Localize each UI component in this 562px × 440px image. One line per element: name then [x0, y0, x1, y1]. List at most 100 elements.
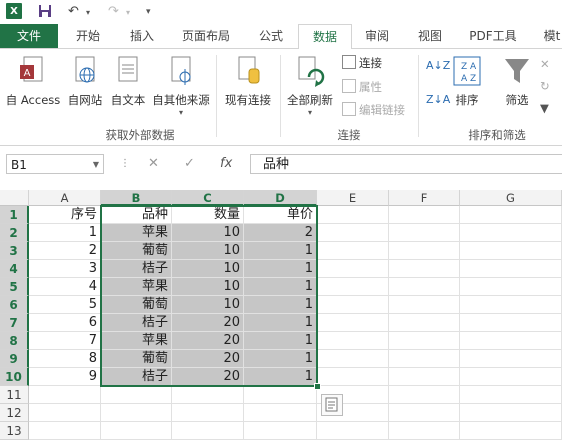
row-header-2[interactable]: 2 [0, 224, 29, 242]
cell-D13[interactable] [244, 422, 317, 440]
from-web-button[interactable]: 自网站 [64, 55, 106, 108]
sort-za-icon[interactable]: Z↓A [426, 93, 450, 106]
cell-B2[interactable]: 苹果 [101, 224, 172, 242]
cell-D6[interactable]: 1 [244, 296, 317, 314]
redo-icon[interactable]: ↷ [108, 4, 119, 19]
cell-A1[interactable]: 序号 [29, 206, 101, 224]
cell-G8[interactable] [460, 332, 562, 350]
cell-D11[interactable] [244, 386, 317, 404]
cell-E1[interactable] [317, 206, 389, 224]
sort-az-icon[interactable]: A↓Z [426, 59, 450, 72]
clear-filter-icon[interactable]: ✕ [540, 57, 550, 71]
cell-A6[interactable]: 5 [29, 296, 101, 314]
cell-E9[interactable] [317, 350, 389, 368]
cell-C9[interactable]: 20 [172, 350, 244, 368]
column-header-F[interactable]: F [389, 190, 460, 206]
cell-A11[interactable] [29, 386, 101, 404]
cell-E5[interactable] [317, 278, 389, 296]
advanced-filter-icon[interactable]: ▼ [540, 101, 549, 115]
cell-G6[interactable] [460, 296, 562, 314]
cell-A8[interactable]: 7 [29, 332, 101, 350]
edit-links-button[interactable]: 编辑链接 [342, 102, 405, 118]
enter-icon[interactable]: ✓ [184, 156, 195, 171]
cell-B8[interactable]: 苹果 [101, 332, 172, 350]
cell-F2[interactable] [389, 224, 460, 242]
tab-home[interactable]: 开始 [62, 24, 114, 48]
cell-G5[interactable] [460, 278, 562, 296]
cell-C4[interactable]: 10 [172, 260, 244, 278]
cell-B3[interactable]: 葡萄 [101, 242, 172, 260]
cell-A13[interactable] [29, 422, 101, 440]
tab-insert[interactable]: 插入 [116, 24, 168, 48]
cell-A4[interactable]: 3 [29, 260, 101, 278]
column-header-C[interactable]: C [172, 190, 244, 206]
row-header-11[interactable]: 11 [0, 386, 29, 404]
cell-B1[interactable]: 品种 [101, 206, 172, 224]
cell-C10[interactable]: 20 [172, 368, 244, 386]
cell-C11[interactable] [172, 386, 244, 404]
name-box-dropdown-icon[interactable]: ▼ [93, 155, 99, 175]
from-other-sources-button[interactable]: 自其他来源 ▾ [150, 55, 212, 117]
sort-button[interactable]: ZAAZ 排序 [452, 55, 482, 108]
name-box[interactable]: B1 ▼ [6, 154, 104, 174]
cell-B7[interactable]: 桔子 [101, 314, 172, 332]
cell-E6[interactable] [317, 296, 389, 314]
row-header-5[interactable]: 5 [0, 278, 29, 296]
cell-B6[interactable]: 葡萄 [101, 296, 172, 314]
cell-A10[interactable]: 9 [29, 368, 101, 386]
cell-G4[interactable] [460, 260, 562, 278]
tab-review[interactable]: 审阅 [352, 24, 402, 48]
cell-A9[interactable]: 8 [29, 350, 101, 368]
cell-F9[interactable] [389, 350, 460, 368]
cell-B11[interactable] [101, 386, 172, 404]
cell-E2[interactable] [317, 224, 389, 242]
cell-A3[interactable]: 2 [29, 242, 101, 260]
from-access-button[interactable]: A 自 Access [4, 55, 62, 108]
cell-F3[interactable] [389, 242, 460, 260]
cell-G1[interactable] [460, 206, 562, 224]
cell-B9[interactable]: 葡萄 [101, 350, 172, 368]
redo-dropdown-icon[interactable]: ▾ [126, 8, 130, 17]
cell-C13[interactable] [172, 422, 244, 440]
column-header-D[interactable]: D [244, 190, 317, 206]
save-icon[interactable] [38, 4, 52, 22]
cell-D12[interactable] [244, 404, 317, 422]
cell-E4[interactable] [317, 260, 389, 278]
cell-B5[interactable]: 苹果 [101, 278, 172, 296]
cell-F13[interactable] [389, 422, 460, 440]
insert-function-icon[interactable]: fx [220, 156, 232, 171]
cell-B10[interactable]: 桔子 [101, 368, 172, 386]
formula-input[interactable]: 品种 [250, 154, 562, 174]
cell-D1[interactable]: 单价 [244, 206, 317, 224]
cell-D5[interactable]: 1 [244, 278, 317, 296]
cell-E8[interactable] [317, 332, 389, 350]
existing-connections-button[interactable]: 现有连接 [220, 55, 276, 108]
select-all-corner[interactable] [0, 190, 29, 206]
cell-E7[interactable] [317, 314, 389, 332]
tab-data[interactable]: 数据 [298, 24, 352, 50]
cell-C8[interactable]: 20 [172, 332, 244, 350]
cell-D4[interactable]: 1 [244, 260, 317, 278]
cell-G7[interactable] [460, 314, 562, 332]
cell-D8[interactable]: 1 [244, 332, 317, 350]
row-header-10[interactable]: 10 [0, 368, 29, 386]
cell-E10[interactable] [317, 368, 389, 386]
cell-F7[interactable] [389, 314, 460, 332]
undo-dropdown-icon[interactable]: ▾ [86, 8, 90, 17]
cell-G11[interactable] [460, 386, 562, 404]
column-header-B[interactable]: B [101, 190, 172, 206]
cell-D7[interactable]: 1 [244, 314, 317, 332]
cell-G10[interactable] [460, 368, 562, 386]
cell-D9[interactable]: 1 [244, 350, 317, 368]
cell-C3[interactable]: 10 [172, 242, 244, 260]
cell-G2[interactable] [460, 224, 562, 242]
cell-A7[interactable]: 6 [29, 314, 101, 332]
cell-A5[interactable]: 4 [29, 278, 101, 296]
cell-F5[interactable] [389, 278, 460, 296]
cell-E13[interactable] [317, 422, 389, 440]
row-header-8[interactable]: 8 [0, 332, 29, 350]
cell-F4[interactable] [389, 260, 460, 278]
cell-D10[interactable]: 1 [244, 368, 317, 386]
cell-D3[interactable]: 1 [244, 242, 317, 260]
spreadsheet-grid[interactable]: A B C D E F G 1 序号 品种 数量 单价 2 1 苹果 10 2 3 2 葡萄 10 1 4 3 桔子 10 1 5 4 苹… [0, 190, 562, 440]
